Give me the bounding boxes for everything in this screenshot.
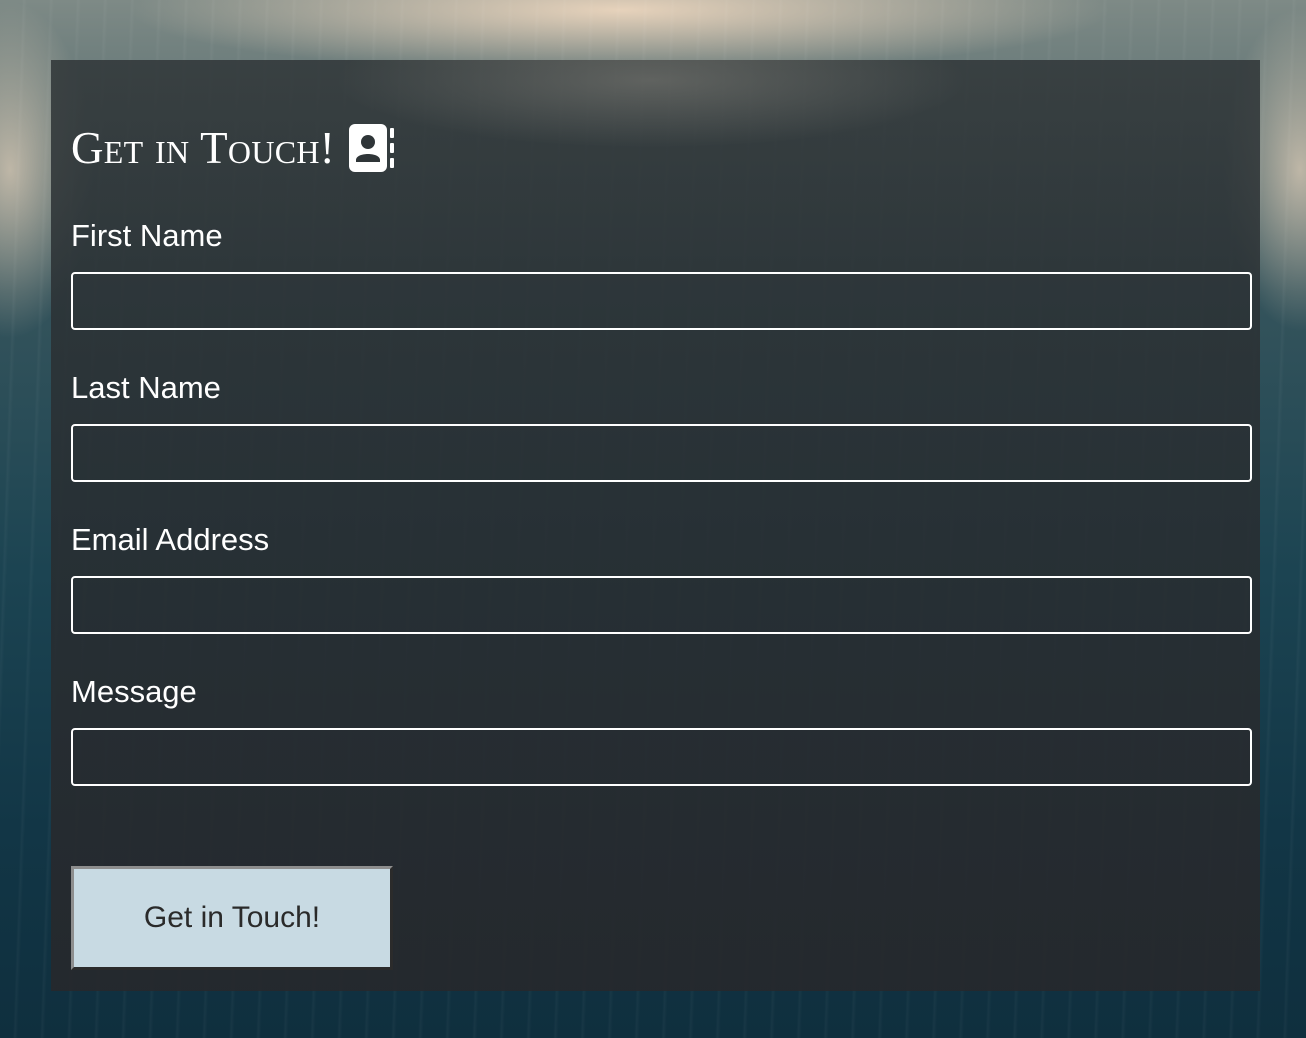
address-book-icon [349,124,395,172]
first-name-label: First Name [71,218,223,253]
submit-button[interactable]: Get in Touch! [71,866,393,970]
email-address-label: Email Address [71,522,270,557]
last-name-input[interactable] [71,424,1252,482]
message-label: Message [71,674,197,709]
last-name-label: Last Name [71,370,221,405]
form-title: Get in Touch! [71,123,336,173]
email-address-input[interactable] [71,576,1252,634]
form-header: Get in Touch! [71,122,395,174]
message-input[interactable] [71,728,1252,786]
contact-form: Get in Touch! First Name Last Name Email… [51,60,1260,991]
first-name-input[interactable] [71,272,1252,330]
